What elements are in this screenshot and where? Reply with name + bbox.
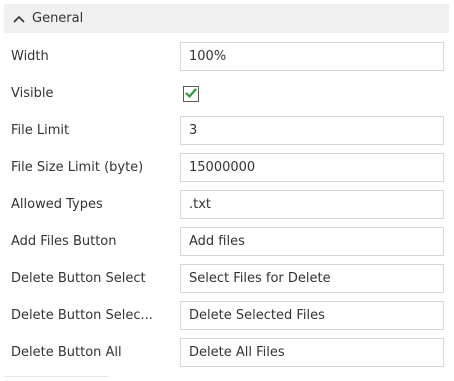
visible-checkbox[interactable] (183, 85, 199, 102)
file-limit-input[interactable]: 3 (180, 116, 444, 145)
delete-button-all-text-input[interactable]: Delete All Files (180, 338, 444, 367)
section-header-general[interactable]: General (4, 4, 449, 33)
chevron-up-icon[interactable] (12, 12, 26, 26)
property-row-add-files-button: Add Files Button Add files (4, 223, 449, 260)
property-row-allowed-types: Allowed Types .txt (4, 186, 449, 223)
property-list: Width 100% Visible File Limit 3 File Siz… (4, 38, 449, 371)
property-label: Width (11, 49, 49, 64)
property-label: File Size Limit (byte) (11, 160, 144, 175)
section-title: General (32, 11, 84, 26)
checkmark-icon (185, 88, 197, 98)
property-row-file-limit: File Limit 3 (4, 112, 449, 149)
property-row-delete-button-select: Delete Button Select Select Files for De… (4, 260, 449, 297)
visible-checkbox-cell (180, 79, 444, 108)
property-label: Add Files Button (11, 234, 117, 249)
width-input[interactable]: 100% (180, 42, 444, 71)
property-row-visible: Visible (4, 75, 449, 112)
property-label: Delete Button All (11, 345, 122, 360)
property-label: Delete Button Selec... (11, 308, 153, 323)
delete-button-selected-text-input[interactable]: Delete Selected Files (180, 301, 444, 330)
add-files-button-text-input[interactable]: Add files (180, 227, 444, 256)
property-label: Delete Button Select (11, 271, 146, 286)
property-row-file-size-limit: File Size Limit (byte) 15000000 (4, 149, 449, 186)
property-row-width: Width 100% (4, 38, 449, 75)
property-label: Visible (11, 86, 54, 101)
property-row-delete-button-all: Delete Button All Delete All Files (4, 334, 449, 371)
properties-panel: General Width 100% Visible File Limit 3 … (4, 4, 449, 371)
property-label: File Limit (11, 123, 70, 138)
allowed-types-input[interactable]: .txt (180, 190, 444, 219)
delete-button-select-text-input[interactable]: Select Files for Delete (180, 264, 444, 293)
property-row-delete-button-selected: Delete Button Selec... Delete Selected F… (4, 297, 449, 334)
divider (4, 376, 109, 377)
property-label: Allowed Types (11, 197, 103, 212)
file-size-limit-input[interactable]: 15000000 (180, 153, 444, 182)
